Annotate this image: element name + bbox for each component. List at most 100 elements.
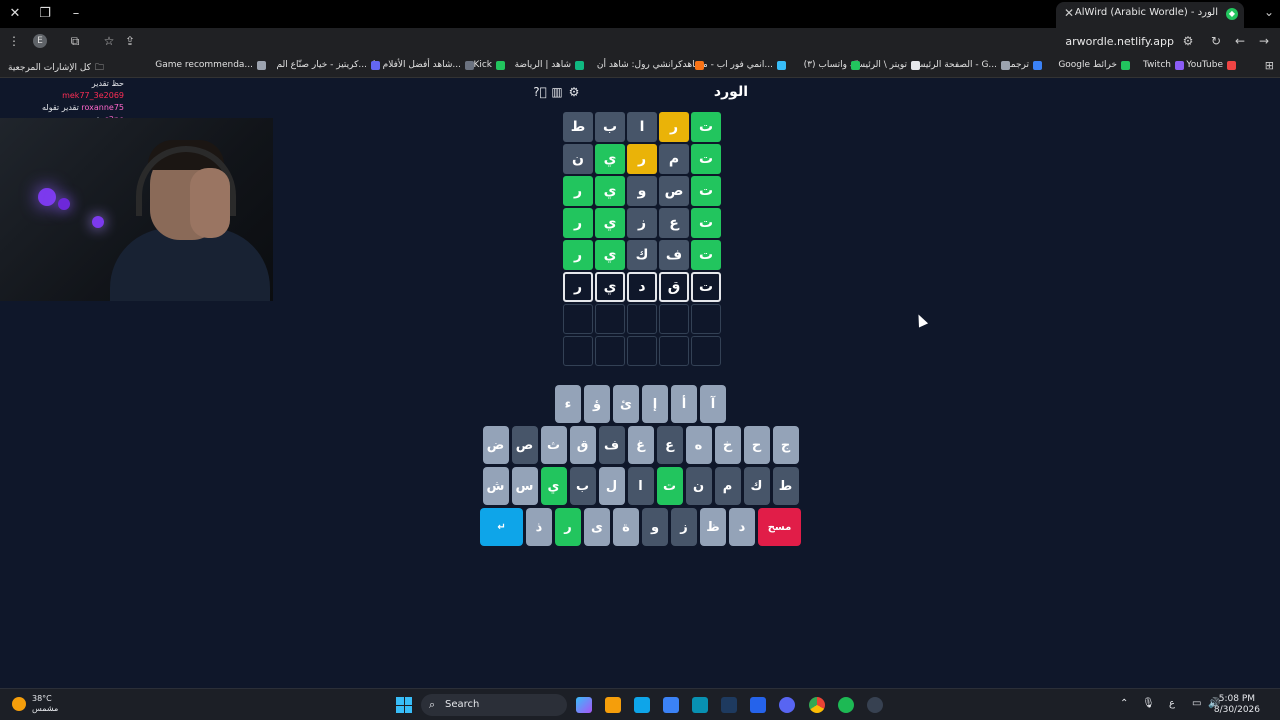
input-language[interactable]: ع <box>1169 698 1175 709</box>
settings-gear-icon[interactable]: ⚙ <box>567 85 581 99</box>
letter-tile <box>691 304 721 334</box>
discord-icon[interactable] <box>779 697 795 713</box>
keyboard-key[interactable]: ط <box>772 467 799 505</box>
keyboard-key[interactable]: و <box>642 508 668 546</box>
tab-close-icon[interactable]: ✕ <box>1064 6 1074 20</box>
keyboard-key[interactable]: ج <box>772 426 799 464</box>
keyboard-key[interactable]: ك <box>743 467 770 505</box>
weather-condition: مشمس <box>32 704 59 713</box>
keyboard-key[interactable]: ه <box>685 426 712 464</box>
keyboard-key[interactable]: أ <box>671 385 697 423</box>
mail-icon[interactable] <box>750 697 766 713</box>
tray-chevron-icon[interactable]: ⌃ <box>1120 698 1128 709</box>
keyboard-key[interactable]: ض <box>482 426 509 464</box>
keyboard-key[interactable]: ز <box>671 508 697 546</box>
keyboard-key[interactable]: ب <box>569 467 596 505</box>
minimize-window-icon[interactable]: – <box>66 4 86 24</box>
bookmark-star-icon[interactable]: ☆ <box>101 34 117 48</box>
bookmark-item[interactable]: Twitch <box>1143 60 1184 70</box>
keyboard-key[interactable]: ؤ <box>584 385 610 423</box>
back-icon[interactable]: ← <box>1232 34 1248 48</box>
keyboard-key[interactable]: ث <box>540 426 567 464</box>
bookmark-item[interactable]: كرانشي رول: شاهد أن... <box>597 60 704 70</box>
stats-icon[interactable]: ▥ <box>550 85 564 99</box>
help-icon[interactable]: ?⃝ <box>533 85 547 99</box>
taskbar-search[interactable]: ⌕ Search <box>421 694 567 716</box>
extensions-icon[interactable]: ⧉ <box>67 34 83 49</box>
keyboard-key[interactable]: إ <box>642 385 668 423</box>
file-explorer-icon[interactable] <box>605 697 621 713</box>
bookmark-item[interactable]: شاهد | الرياضة <box>515 60 584 70</box>
weather-widget[interactable]: 38°C مشمس <box>12 694 58 714</box>
active-tab[interactable]: ✕ AlWird (Arabic Wordle) - الورد ◆ <box>1056 2 1244 28</box>
keyboard-key[interactable]: ظ <box>700 508 726 546</box>
keyboard-key[interactable]: ح <box>743 426 770 464</box>
board-row: تفكير <box>561 240 721 270</box>
share-icon[interactable]: ⇪ <box>122 34 138 48</box>
app-icon[interactable] <box>867 697 883 713</box>
bookmark-label: YouTube <box>1186 60 1223 70</box>
temperature: 38°C <box>32 694 52 703</box>
close-window-icon[interactable]: ✕ <box>5 4 25 24</box>
reload-icon[interactable]: ↻ <box>1208 34 1224 48</box>
bookmark-item[interactable]: Game recommenda... <box>155 60 266 70</box>
profile-avatar[interactable]: E <box>33 34 47 48</box>
bookmark-item[interactable]: كريتيز - خيار صنّاع الم... <box>276 60 380 70</box>
steam-icon[interactable] <box>721 697 737 713</box>
letter-tile <box>563 304 593 334</box>
forward-icon[interactable]: → <box>1256 34 1272 48</box>
keyboard-key[interactable]: ت <box>656 467 683 505</box>
restore-window-icon[interactable]: ❐ <box>35 4 55 24</box>
bookmark-item[interactable]: تويتر \ الرئيسيّة <box>850 60 920 70</box>
photos-icon[interactable] <box>634 697 650 713</box>
bookmark-item[interactable]: YouTube <box>1186 60 1236 70</box>
keyboard-key[interactable]: ع <box>656 426 683 464</box>
site-settings-icon[interactable]: ⚙ <box>1180 34 1196 48</box>
chrome-icon[interactable] <box>809 697 825 713</box>
keyboard-key[interactable]: ر <box>555 508 581 546</box>
bookmark-label: شاهد | الرياضة <box>514 60 571 70</box>
keyboard-key[interactable]: ل <box>598 467 625 505</box>
keyboard-key[interactable]: خ <box>714 426 741 464</box>
keyboard-key[interactable]: ذ <box>526 508 552 546</box>
apps-grid-icon[interactable]: ⊞ <box>1265 59 1274 72</box>
bookmark-item[interactable]: (٣) واتساب <box>804 60 860 70</box>
bookmark-item[interactable]: شاهد أفضل الأفلام وا... <box>373 60 474 70</box>
keyboard-key[interactable]: غ <box>627 426 654 464</box>
keyboard-key[interactable]: ي <box>540 467 567 505</box>
keyboard-key[interactable]: د <box>729 508 755 546</box>
letter-tile <box>627 336 657 366</box>
network-icon[interactable]: ▭ <box>1192 698 1201 709</box>
keyboard-key[interactable]: ة <box>613 508 639 546</box>
keyboard-key[interactable]: ن <box>685 467 712 505</box>
keyboard-key[interactable]: ا <box>627 467 654 505</box>
keyboard-key[interactable]: ص <box>511 426 538 464</box>
keyboard-key[interactable]: م <box>714 467 741 505</box>
keyboard-key[interactable]: آ <box>700 385 726 423</box>
address-bar[interactable]: arwordle.netlify.app <box>1065 35 1174 48</box>
enter-key[interactable]: ↵ <box>480 508 523 546</box>
delete-key[interactable]: مسح <box>758 508 801 546</box>
bookmark-item[interactable]: Kick <box>473 60 505 70</box>
letter-tile: ز <box>627 208 657 238</box>
keyboard-key[interactable]: ء <box>555 385 581 423</box>
app-icon[interactable] <box>692 697 708 713</box>
copilot-icon[interactable] <box>576 697 592 713</box>
windows-start-icon[interactable] <box>396 697 412 713</box>
keyboard-key[interactable]: ق <box>569 426 596 464</box>
keyboard-key[interactable]: ش <box>482 467 509 505</box>
system-clock[interactable]: 5:08 PM 8/30/2026 <box>1214 694 1260 716</box>
menu-dots-icon[interactable]: ⋮ <box>6 34 22 48</box>
tab-search-icon[interactable]: ⌄ <box>1264 5 1274 19</box>
keyboard-key[interactable]: ى <box>584 508 610 546</box>
all-bookmarks-button[interactable]: كل الإشارات المرجعية 🗀 <box>8 60 104 76</box>
microphone-icon[interactable]: 🎙 <box>1142 698 1155 709</box>
bookmark-item[interactable]: Google خرائط <box>1058 60 1130 70</box>
keyboard-key[interactable]: س <box>511 467 538 505</box>
bookmark-item[interactable]: ترجمة <box>1006 60 1042 70</box>
spotify-icon[interactable] <box>838 697 854 713</box>
keyboard-key[interactable]: ئ <box>613 385 639 423</box>
store-icon[interactable] <box>663 697 679 713</box>
bookmark-item[interactable]: الصفحة الرئيسية - G... <box>910 60 1010 70</box>
keyboard-key[interactable]: ف <box>598 426 625 464</box>
